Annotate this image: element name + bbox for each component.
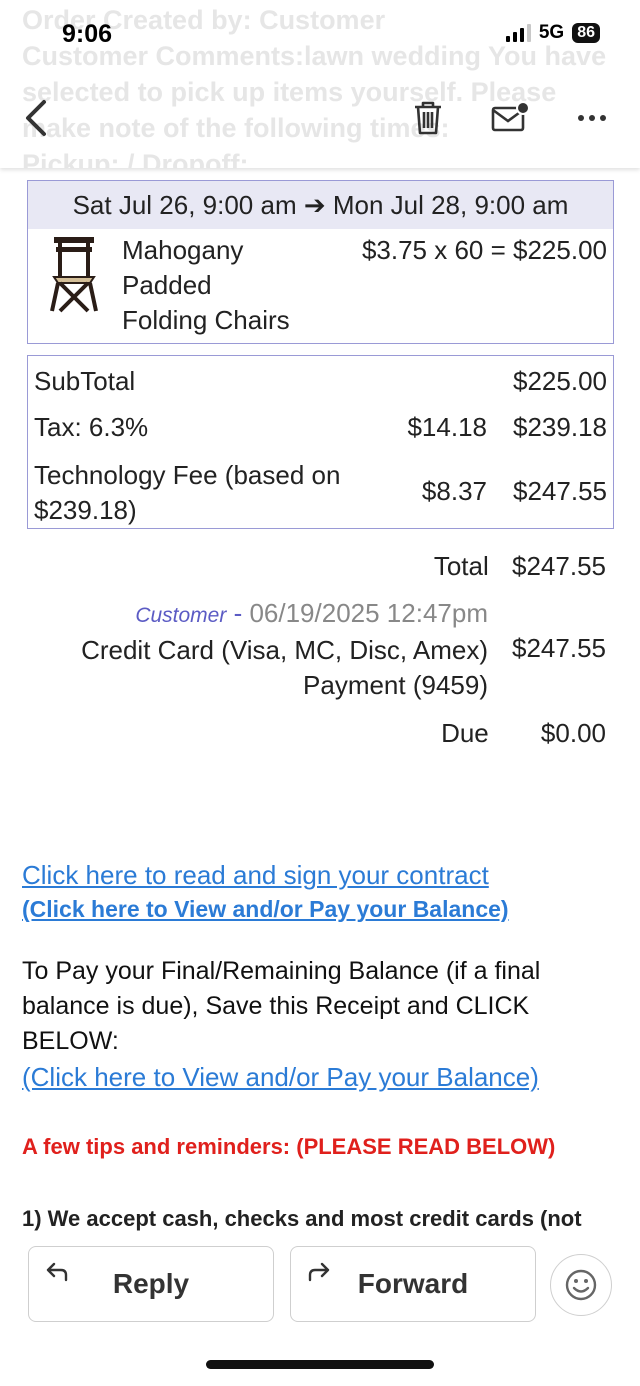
line-item: Mahogany Padded Folding Chairs $3.75 x 6… xyxy=(28,229,613,343)
item-name-line: Mahogany xyxy=(122,235,244,265)
payment-separator: - xyxy=(226,598,250,628)
email-header: Order Created by: Customer Customer Comm… xyxy=(0,0,640,168)
payment-desc-line: Credit Card (Visa, MC, Disc, Amex) xyxy=(81,635,488,665)
tip-1: 1) We accept cash, checks and most credi… xyxy=(22,1206,582,1231)
fee-amount: $8.37 xyxy=(421,476,487,506)
more-button[interactable] xyxy=(570,96,614,140)
tax-amount: $14.18 xyxy=(407,412,487,442)
mail-unread-icon xyxy=(491,101,530,132)
fee-label: Technology Fee (based on $239.18) xyxy=(34,458,340,528)
due-row: Due $0.00 xyxy=(441,718,606,749)
booking-date-range: Sat Jul 26, 9:00 am ➔ Mon Jul 28, 9:00 a… xyxy=(28,181,613,229)
emoji-icon xyxy=(565,1269,597,1301)
final-balance-line: To Pay your Final/Remaining Balance (if … xyxy=(22,957,541,985)
payment-by: Customer xyxy=(135,604,227,627)
fee-label-line: $239.18) xyxy=(34,495,137,525)
total-value: $247.55 xyxy=(512,551,606,581)
delete-button[interactable] xyxy=(406,96,450,140)
payment-meta: Customer - 06/19/2025 12:47pm xyxy=(135,598,488,629)
emoji-button[interactable] xyxy=(550,1254,612,1316)
fee-total: $247.55 xyxy=(513,476,607,506)
final-balance-line: balance is due), Save this Receipt and C… xyxy=(22,992,530,1020)
totals-block: SubTotal $225.00 Tax: 6.3% $14.18 $239.1… xyxy=(27,355,614,529)
final-balance-text: To Pay your Final/Remaining Balance (if … xyxy=(22,954,622,1059)
view-pay-balance-link-2[interactable]: (Click here to View and/or Pay your Bala… xyxy=(22,1062,539,1093)
reply-label: Reply xyxy=(112,1268,190,1299)
item-name: Mahogany Padded Folding Chairs xyxy=(122,233,322,338)
reply-button[interactable]: Reply xyxy=(28,1246,274,1322)
sign-contract-link[interactable]: Click here to read and sign your contrac… xyxy=(22,860,489,891)
back-chevron-icon xyxy=(26,100,46,136)
forward-arrow-icon xyxy=(308,1262,330,1282)
scrolled-line: selected to pick up items yourself. Plea… xyxy=(22,77,557,107)
status-time: 9:06 xyxy=(62,20,113,48)
subtotal-value: $225.00 xyxy=(513,366,607,396)
trash-icon xyxy=(415,101,441,135)
booking-block: Sat Jul 26, 9:00 am ➔ Mon Jul 28, 9:00 a… xyxy=(27,180,614,344)
network-label: 5G xyxy=(538,22,565,43)
final-balance-line: BELOW: xyxy=(22,1027,119,1055)
subtotal-label: SubTotal xyxy=(34,366,136,396)
payment-amount: $247.55 xyxy=(512,633,606,663)
payment-desc-line: Payment (9459) xyxy=(303,670,488,700)
chair-image xyxy=(50,237,98,313)
mark-unread-button[interactable] xyxy=(488,96,532,140)
forward-label: Forward xyxy=(357,1268,469,1299)
total-row: Total $247.55 xyxy=(434,551,606,582)
tax-total: $239.18 xyxy=(513,412,607,442)
due-label: Due xyxy=(441,718,489,748)
battery-icon: 86 xyxy=(572,23,600,43)
item-price: $3.75 x 60 = $225.00 xyxy=(361,235,607,265)
home-indicator xyxy=(206,1360,434,1369)
signal-icon xyxy=(505,24,531,42)
view-pay-balance-link[interactable]: (Click here to View and/or Pay your Bala… xyxy=(22,896,509,923)
reply-arrow-icon xyxy=(46,1262,68,1282)
due-value: $0.00 xyxy=(540,718,606,748)
back-button[interactable] xyxy=(14,96,58,140)
payment-description: Credit Card (Visa, MC, Disc, Amex) Payme… xyxy=(8,633,488,703)
bottom-action-bar: Reply Forward xyxy=(0,1232,640,1386)
scrolled-line: Pickup: / Dropoff: xyxy=(22,149,249,168)
forward-button[interactable]: Forward xyxy=(290,1246,536,1322)
tax-label: Tax: 6.3% xyxy=(34,412,149,442)
fee-label-line: Technology Fee (based on xyxy=(34,460,341,490)
more-icon xyxy=(578,115,606,121)
scrolled-line: make note of the following times: xyxy=(22,113,450,143)
payment-date: 06/19/2025 12:47pm xyxy=(249,598,488,628)
status-indicators: 5G 86 xyxy=(505,22,600,44)
item-name-line: Padded xyxy=(122,270,212,300)
tips-heading: A few tips and reminders: (PLEASE READ B… xyxy=(22,1134,556,1159)
item-name-line: Folding Chairs xyxy=(122,305,290,335)
total-label: Total xyxy=(433,551,489,581)
